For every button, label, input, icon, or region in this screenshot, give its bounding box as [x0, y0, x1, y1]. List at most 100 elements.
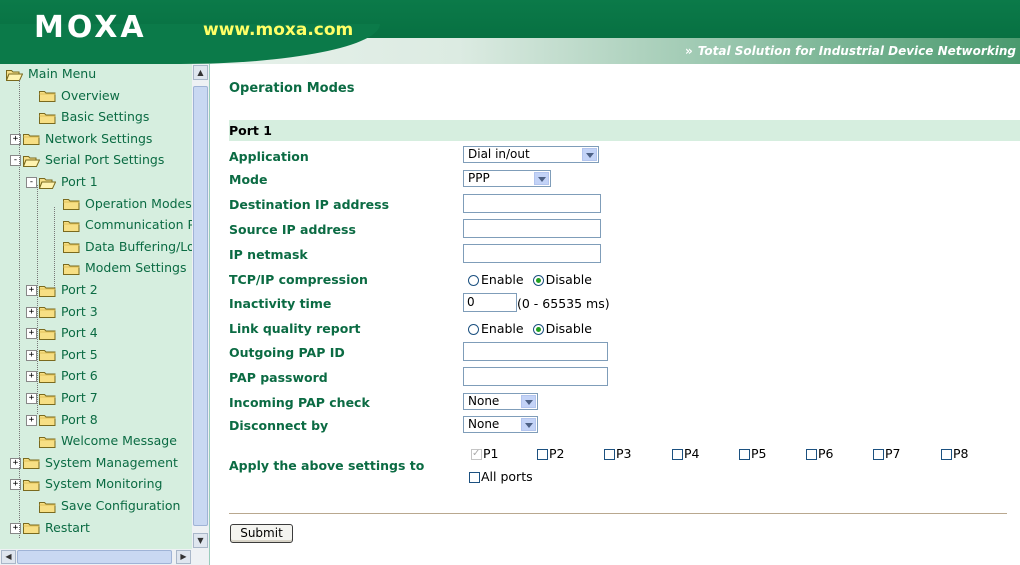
scroll-thumb-horizontal[interactable] [17, 550, 172, 564]
chevron-down-icon [521, 395, 536, 408]
port-checkbox-p5[interactable] [739, 449, 750, 460]
expand-icon[interactable]: + [26, 393, 37, 404]
disconnect-select[interactable]: None [463, 416, 538, 433]
scroll-up-button[interactable]: ▲ [193, 65, 208, 80]
page-title: Operation Modes [229, 81, 355, 96]
moxa-url: www.moxa.com [203, 20, 354, 40]
port-label: P7 [885, 446, 901, 461]
expand-icon[interactable]: + [26, 306, 37, 318]
inactivity-label: Inactivity time [229, 296, 332, 311]
expand-icon[interactable]: + [26, 414, 37, 426]
sidebar-item-system-management[interactable]: + System Management [10, 453, 178, 473]
sidebar-item-communication-parameters[interactable]: Communication P. [50, 215, 192, 235]
inactivity-hint: (0 - 65535 ms) [517, 296, 610, 311]
folder-icon [23, 522, 40, 535]
folder-icon [63, 198, 80, 211]
port-option-p1: P1 [471, 447, 499, 461]
chevron-down-icon [582, 148, 597, 161]
port-option-p6: P6 [806, 447, 834, 461]
apply-label: Apply the above settings to [229, 458, 425, 473]
port-label: P4 [684, 446, 700, 461]
sidebar-item-label: Network Settings [45, 130, 153, 146]
scroll-down-button[interactable]: ▼ [193, 533, 208, 548]
pap-id-input[interactable] [463, 342, 608, 361]
sidebar-item-label: Serial Port Settings [45, 152, 165, 168]
sidebar-vertical-scrollbar[interactable]: ▲ ▼ [192, 64, 209, 549]
sidebar-item-basic-settings[interactable]: Basic Settings [26, 107, 149, 127]
tagline-arrows: » [685, 44, 693, 58]
sidebar-item-data-buffering[interactable]: Data Buffering/Lo [50, 237, 192, 257]
source-ip-input[interactable] [463, 219, 601, 238]
sidebar-item-operation-modes[interactable]: Operation Modes [50, 194, 192, 214]
all-ports-label: All ports [481, 469, 533, 484]
tagline-text: Total Solution for Industrial Device Net… [697, 44, 1016, 58]
port-checkbox-p3[interactable] [604, 449, 615, 460]
sidebar-item-welcome-message[interactable]: Welcome Message [26, 431, 177, 451]
submit-button[interactable]: Submit [230, 524, 293, 543]
all-ports-checkbox[interactable] [469, 472, 480, 483]
expand-icon[interactable]: + [26, 371, 37, 383]
expand-icon[interactable]: + [26, 349, 37, 361]
port-option-p5: P5 [739, 447, 767, 461]
port-checkbox-p1 [471, 447, 482, 461]
scroll-right-button[interactable]: ▶ [176, 550, 191, 564]
sidebar-item-save-configuration[interactable]: Save Configuration [26, 496, 180, 516]
folder-icon [39, 501, 56, 513]
application-select[interactable]: Dial in/out [463, 146, 599, 163]
dest-ip-input[interactable] [463, 194, 601, 213]
link-quality-label: Link quality report [229, 321, 361, 336]
tcp-compression-disable-radio[interactable] [532, 275, 544, 286]
port-checkbox-p7[interactable] [873, 449, 884, 460]
port-label: P5 [751, 446, 767, 461]
folder-icon [23, 457, 40, 470]
pap-check-select[interactable]: None [463, 393, 538, 410]
port-checkbox-p8[interactable] [941, 449, 952, 460]
sidebar-item-serial-port-settings[interactable]: - Serial Port Settings [10, 150, 164, 170]
folder-icon [39, 349, 56, 362]
netmask-input[interactable] [463, 244, 601, 263]
section-title: Port 1 [229, 123, 272, 138]
all-ports-option: All ports [469, 470, 533, 484]
expand-icon[interactable]: + [26, 328, 37, 340]
pap-password-input[interactable] [463, 367, 608, 386]
dest-ip-label: Destination IP address [229, 197, 390, 212]
section-header: Port 1 [229, 120, 1020, 141]
port-checkbox-p6[interactable] [806, 449, 817, 460]
mode-select[interactable]: PPP [463, 170, 551, 187]
sidebar-item-label: Port 6 [61, 368, 98, 384]
link-quality-enable-radio[interactable] [468, 324, 479, 335]
sidebar-item-restart[interactable]: + Restart [10, 518, 90, 538]
scroll-thumb-vertical[interactable] [193, 86, 208, 526]
link-quality-radio-group: Enable Disable [468, 321, 592, 337]
sidebar-item-label: Port 2 [61, 282, 98, 297]
port-checkbox-p2[interactable] [537, 449, 548, 460]
port-checkbox-p4[interactable] [672, 449, 683, 460]
source-ip-label: Source IP address [229, 222, 356, 237]
sidebar-item-overview[interactable]: Overview [26, 86, 120, 106]
sidebar-item-system-monitoring[interactable]: + System Monitoring [10, 474, 162, 494]
port-option-p2: P2 [537, 447, 565, 461]
scroll-left-button[interactable]: ◀ [1, 550, 16, 564]
pap-id-label: Outgoing PAP ID [229, 345, 345, 360]
port-option-p7: P7 [873, 447, 901, 461]
folder-icon [39, 306, 56, 319]
inactivity-input[interactable]: 0 [463, 293, 517, 312]
sidebar-item-label: Welcome Message [61, 433, 177, 449]
sidebar-item-network-settings[interactable]: + Network Settings [10, 129, 152, 149]
folder-icon [23, 479, 40, 491]
folder-icon [39, 393, 56, 405]
sidebar-horizontal-scrollbar[interactable]: ◀ ▶ [0, 549, 192, 565]
tree-line [19, 80, 20, 538]
expand-icon[interactable]: + [26, 285, 37, 296]
link-quality-disable-radio[interactable] [532, 324, 544, 335]
pap-check-value: None [468, 394, 500, 408]
tcp-compression-label: TCP/IP compression [229, 272, 368, 287]
mode-label: Mode [229, 172, 268, 187]
folder-icon [63, 220, 80, 232]
sidebar-item-label: Communication P. [85, 217, 192, 233]
disable-label: Disable [545, 321, 592, 336]
tcp-compression-enable-radio[interactable] [468, 275, 479, 286]
collapse-icon[interactable]: - [26, 177, 37, 188]
sidebar-item-modem-settings[interactable]: Modem Settings [50, 258, 186, 278]
folder-open-icon [6, 69, 23, 81]
